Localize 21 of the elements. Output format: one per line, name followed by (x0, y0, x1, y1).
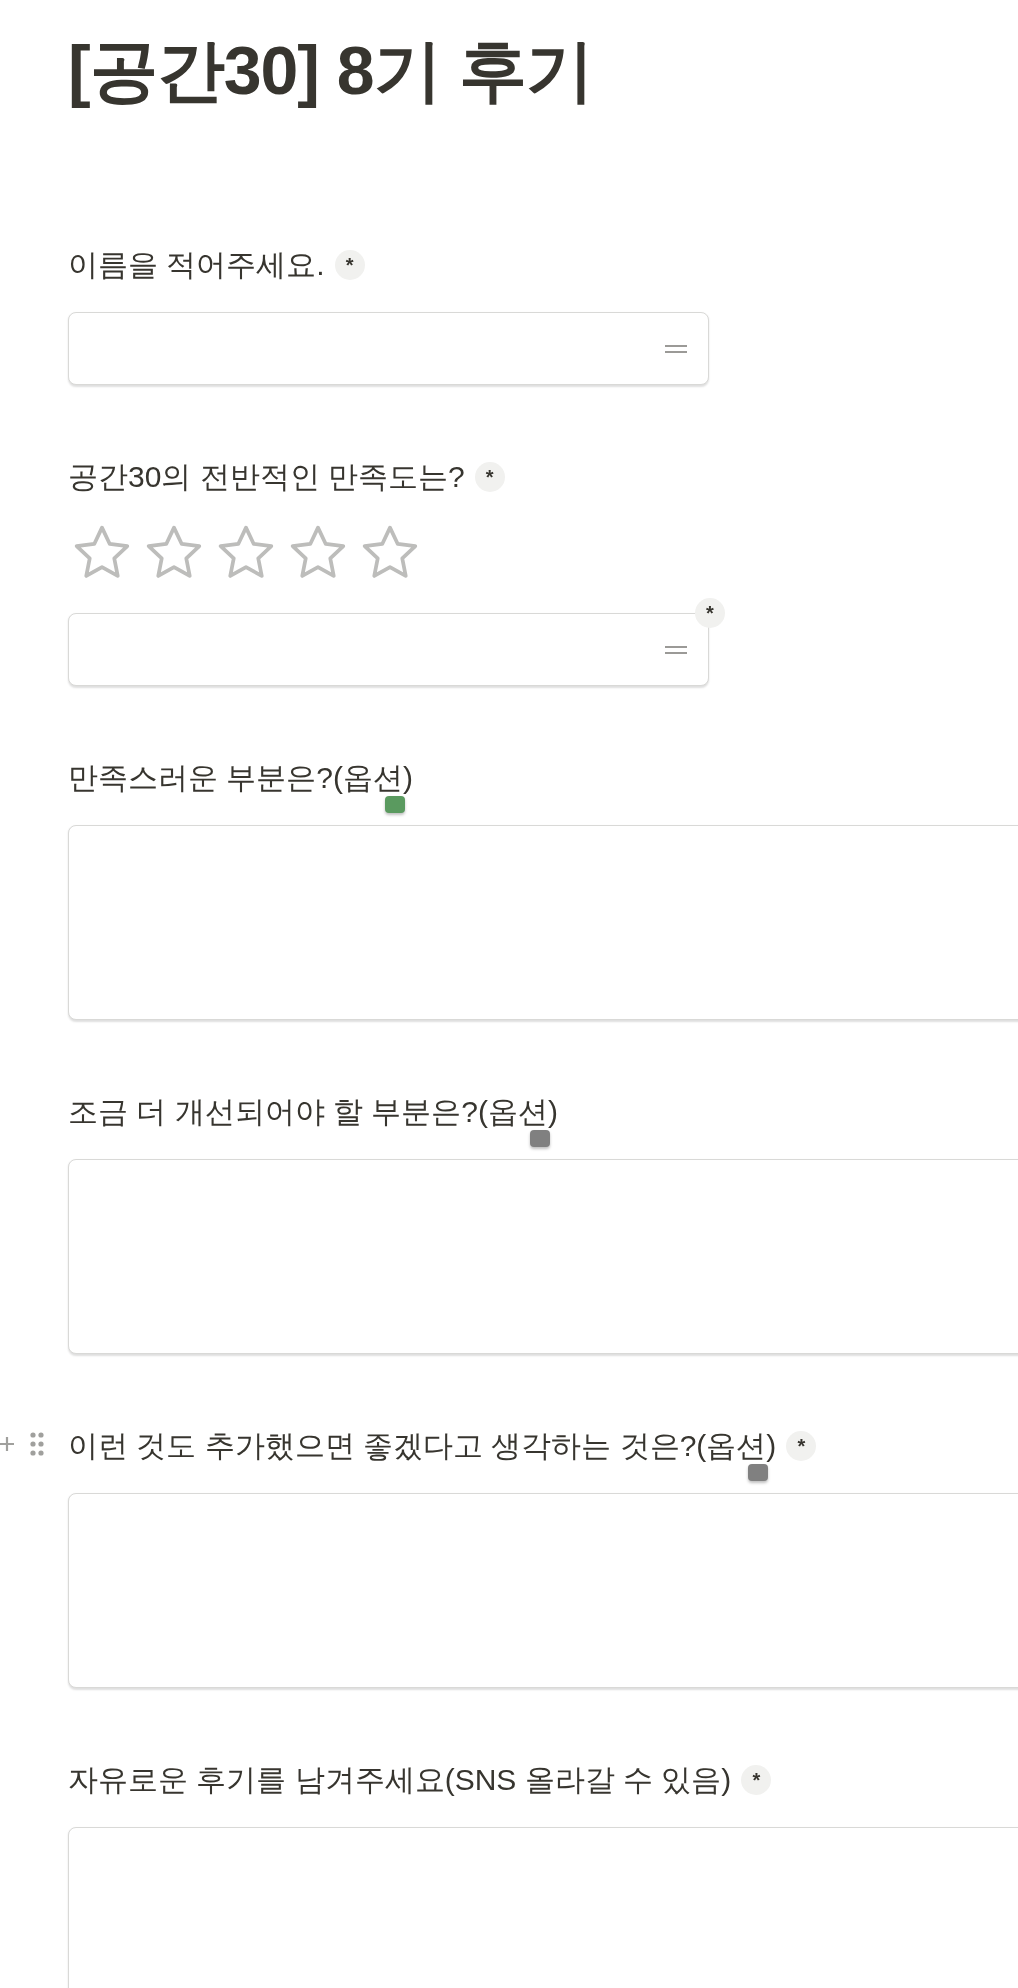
question-label: 자유로운 후기를 남겨주세요(SNS 올라갈 수 있음) (68, 1761, 732, 1798)
question-label: 공간30의 전반적인 만족도는? (68, 458, 465, 495)
required-badge: * (695, 598, 725, 628)
question-label: 이런 것도 추가했으면 좋겠다고 생각하는 것은?(옵션) (68, 1425, 777, 1467)
required-badge: * (474, 462, 505, 492)
input-field[interactable] (68, 613, 709, 686)
question-label: 이름을 적어주세요. (68, 246, 325, 283)
equals-icon (664, 644, 688, 655)
text-area[interactable] (68, 1493, 1018, 1688)
question-label: 조금 더 개선되어야 할 부분은?(옵션) (68, 1091, 558, 1133)
text-area[interactable] (68, 1827, 1018, 1988)
question-label: 만족스러운 부분은?(옵션) (68, 757, 413, 799)
text-area[interactable] (68, 825, 1018, 1020)
input-field[interactable] (68, 312, 709, 385)
text-area[interactable] (68, 1159, 1018, 1354)
required-badge: * (786, 1431, 817, 1461)
drag-handle-icon[interactable] (30, 1432, 44, 1456)
form-title: [공간30] 8기 후기 (68, 31, 594, 110)
equals-icon (664, 343, 688, 354)
required-badge: * (334, 250, 365, 280)
required-badge: * (741, 1765, 772, 1795)
